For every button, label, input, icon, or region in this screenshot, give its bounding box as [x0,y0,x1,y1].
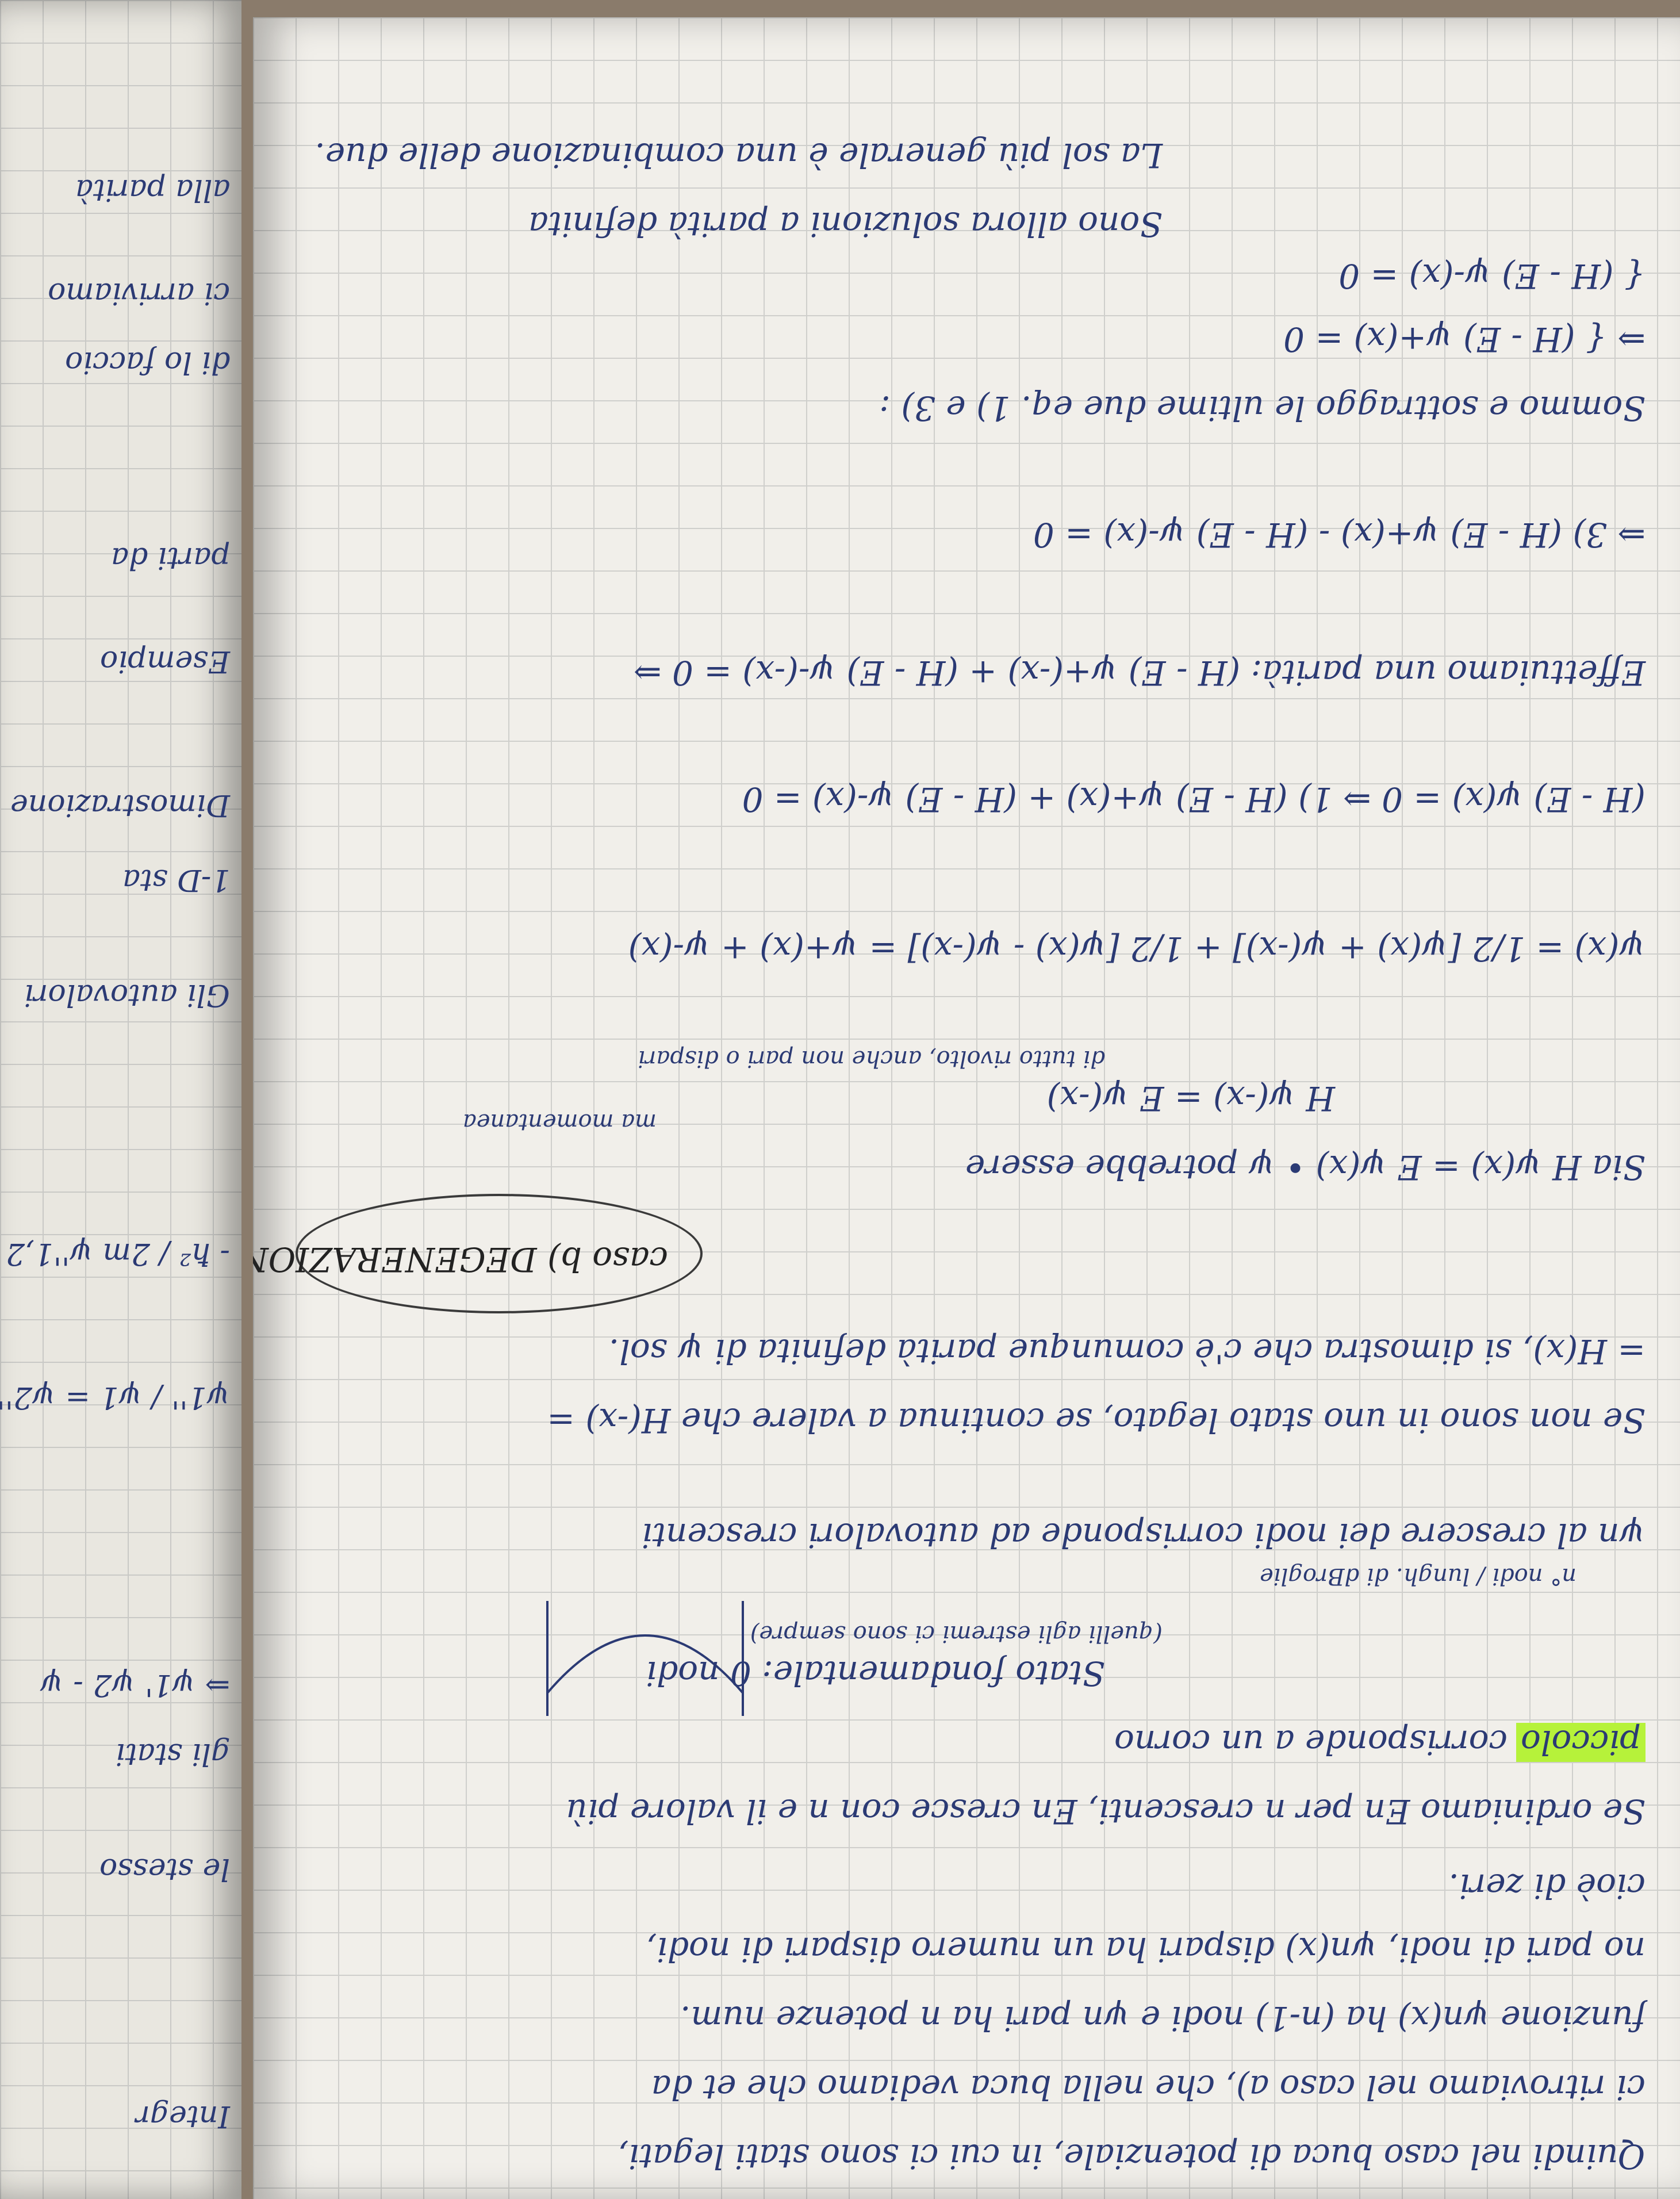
section-heading: caso b) DEGENERAZIONE [253,1240,668,1279]
text-line: La sol più generale è una combinazione d… [314,136,1163,175]
equation: (H - E) ψ(x) = 0 ⇒ 1) (H - E) ψ+(x) + (H… [742,780,1646,819]
text-line: Sommo e sottraggo le ultime due eq. 1) e… [879,389,1646,428]
left-fragment: parti da [110,541,231,575]
equation: ⇒ { (H - E) ψ+(x) = 0 [1283,320,1646,359]
left-fragment: ψ1'' / ψ1 = ψ2'' / ψ2 [0,1380,230,1415]
left-fragment: Esempio [100,644,230,679]
text-line: = H(x), si dimostra che c'è comunque par… [608,1332,1646,1371]
left-fragment: alla parità [75,173,230,207]
left-fragment: ⇒ ψ1' ψ2 - ψ [40,1668,230,1702]
left-fragment: - ħ² / 2m ψ''1,2 [6,1236,230,1271]
equation: ⇒ 3) (H - E) ψ+(x) - (H - E) ψ-(x) = 0 [1033,515,1646,554]
text-line: ci ritroviamo nel caso a), che nella buc… [651,2068,1646,2107]
note: n° nodi / lungh. di dBroglie [1260,1563,1577,1589]
left-fragment: di lo faccio [64,345,230,380]
text-line: Stato fondamentale: 0 nodi [646,1654,1105,1693]
text-line: Quindi nel caso buca di potenziale, in c… [617,2137,1646,2176]
text-line: Sia H ψ(x) = E ψ(x) • ψ potrebbe essere [965,1148,1646,1187]
text-line: no pari di nodi, ψn(x) dispari ha un num… [646,1930,1646,1969]
left-fragment: 1-D sta [122,863,230,897]
text-line: Se non sono in uno stato legato, se cont… [547,1401,1646,1440]
note: di tutto rivolto, anche non pari o dispa… [638,1045,1105,1072]
equation: Effettuiamo una parità: (H - E) ψ+(-x) +… [633,653,1646,692]
text-line: ψn al crescere dei nodi corrisponde ad a… [642,1516,1646,1555]
left-fragment: le stesso [99,1852,230,1886]
text-line: cioè di zeri. [1448,1867,1646,1906]
equation: { (H - E) ψ-(x) = 0 [1338,256,1646,296]
left-notebook-page: Integr le stesso gli stati ⇒ ψ1' ψ2 - ψ … [0,0,241,2199]
text-line: (quelli agli estremi ci sono sempre) [750,1620,1163,1647]
rotated-content: Quindi nel caso buca di potenziale, in c… [253,17,1680,2199]
equation: ψ(x) = 1/2 [ψ(x) + ψ(-x)] + 1/2 [ψ(x) - … [628,929,1646,968]
notebook-page: Quindi nel caso buca di potenziale, in c… [253,17,1680,2199]
left-fragment: Dimostrazione [10,788,230,822]
highlighted-word: piccolo [1516,1723,1646,1762]
text-line: Se ordiniamo En per n crescenti, En cres… [566,1792,1646,1831]
left-fragment: Gli autovalori [24,978,230,1012]
text-line: corrisponde a un corno [1114,1723,1508,1762]
text-line: funzione ψn(x) ha (n-1) nodi e ψn pari h… [680,1999,1646,2038]
text-line: Sono allora soluzioni a parità definita [528,205,1163,244]
potential-well-figure [546,1601,744,1716]
left-fragment: Integr [136,2099,230,2133]
left-fragment: ci arriviamo [47,276,230,311]
left-fragment: gli stati [115,1737,230,1771]
text-line: H ψ(-x) = E ψ(-x) [1046,1079,1335,1118]
